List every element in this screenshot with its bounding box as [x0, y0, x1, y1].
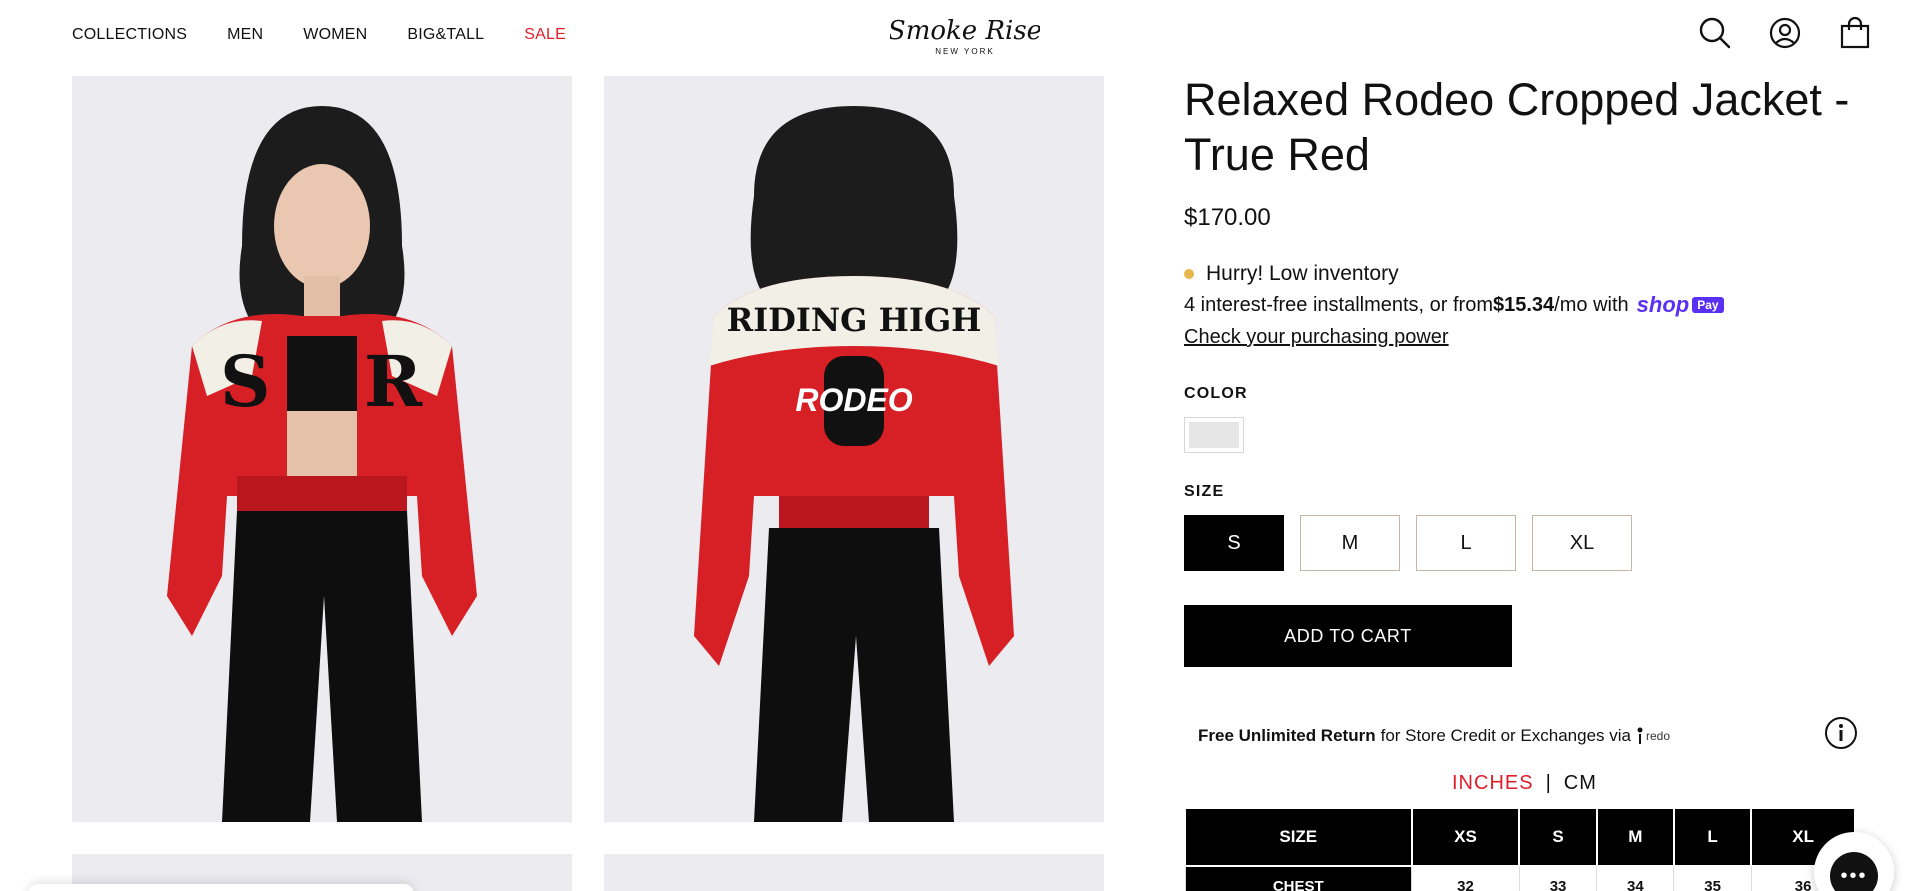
- size-options: S M L XL: [1184, 515, 1860, 571]
- size-option-s[interactable]: S: [1184, 515, 1284, 571]
- redo-mark-icon: [1637, 727, 1643, 744]
- brand-logo[interactable]: Smoke Rise NEW YORK: [888, 12, 1042, 58]
- add-to-cart-button[interactable]: ADD TO CART: [1184, 605, 1512, 667]
- size-chart-cell: 33: [1518, 865, 1598, 891]
- product-image-back[interactable]: RIDING HIGH RODEO: [604, 76, 1104, 822]
- size-chart-cell: 35: [1673, 865, 1752, 891]
- svg-text:RIDING HIGH: RIDING HIGH: [727, 301, 982, 339]
- unit-separator: |: [1545, 772, 1552, 794]
- product-title: Relaxed Rodeo Cropped Jacket - True Red: [1184, 74, 1850, 180]
- svg-text:RODEO: RODEO: [795, 382, 912, 418]
- unit-toggle: INCHES | CM: [1452, 772, 1597, 795]
- inventory-status: Hurry! Low inventory: [1184, 262, 1860, 286]
- installments-suffix: /mo with: [1554, 293, 1629, 316]
- installments-amount: $15.34: [1493, 293, 1555, 316]
- nav-big-tall[interactable]: BIG&TALL: [407, 26, 484, 44]
- cart-bag-icon[interactable]: [1838, 16, 1872, 50]
- product-info: Relaxed Rodeo Cropped Jacket - True Red …: [1184, 70, 1860, 667]
- color-swatch[interactable]: [1184, 417, 1244, 453]
- unit-inches[interactable]: INCHES: [1452, 772, 1534, 795]
- promo-popup-tab[interactable]: [28, 884, 414, 891]
- size-chart-row-label: CHEST: [1184, 865, 1413, 891]
- main-nav: COLLECTIONS MEN WOMEN BIG&TALL SALE: [72, 26, 566, 44]
- installments-prefix: 4 interest-free installments, or from: [1184, 293, 1493, 316]
- account-icon[interactable]: [1768, 16, 1802, 50]
- nav-men[interactable]: MEN: [227, 26, 263, 44]
- header-icons: [1698, 16, 1872, 50]
- size-chart-header: M: [1595, 807, 1675, 867]
- size-chart-header: L: [1672, 807, 1753, 867]
- shop-pay-logo[interactable]: shop: [1637, 292, 1690, 318]
- product-image-front[interactable]: S R: [72, 76, 572, 822]
- size-chart-header: S: [1518, 807, 1598, 867]
- size-chart-cell: 34: [1596, 865, 1675, 891]
- nav-sale[interactable]: SALE: [524, 26, 566, 44]
- product-image-4[interactable]: [604, 854, 1104, 891]
- installments-line: 4 interest-free installments, or from $1…: [1184, 292, 1860, 318]
- nav-women[interactable]: WOMEN: [303, 26, 367, 44]
- returns-bold: Free Unlimited Return: [1198, 726, 1376, 745]
- product-price: $170.00: [1184, 204, 1271, 231]
- size-chart-header: XS: [1410, 807, 1521, 867]
- returns-banner: Free Unlimited Return for Store Credit o…: [1198, 726, 1860, 746]
- unit-cm[interactable]: CM: [1564, 772, 1597, 795]
- inventory-text: Hurry! Low inventory: [1206, 262, 1399, 285]
- site-header: COLLECTIONS MEN WOMEN BIG&TALL SALE Smok…: [0, 0, 1920, 70]
- size-option-l[interactable]: L: [1416, 515, 1516, 571]
- brand-logo-mark: Smoke Rise NEW YORK: [888, 16, 1042, 56]
- size-chart-cell: 32: [1411, 865, 1520, 891]
- check-purchasing-power-link[interactable]: Check your purchasing power: [1184, 326, 1449, 349]
- info-icon[interactable]: [1824, 716, 1858, 750]
- redo-brand-text: redo: [1646, 729, 1671, 743]
- color-label: COLOR: [1184, 385, 1248, 402]
- model-back-illustration: RIDING HIGH RODEO: [604, 76, 1104, 822]
- size-chart-header-row: SIZE XS S M L XL: [1184, 807, 1856, 867]
- logo-brand-text: Smoke Rise: [890, 16, 1040, 46]
- size-chart-header: SIZE: [1184, 807, 1413, 867]
- table-row: CHEST 32 33 34 35 36: [1184, 865, 1856, 891]
- redo-logo: redo: [1637, 727, 1670, 745]
- nav-collections[interactable]: COLLECTIONS: [72, 26, 187, 44]
- returns-text: for Store Credit or Exchanges via: [1380, 726, 1631, 745]
- model-front-illustration: S R: [72, 76, 572, 822]
- size-option-xl[interactable]: XL: [1532, 515, 1632, 571]
- size-chart-table: SIZE XS S M L XL CHEST 32 33 34 35 36: [1184, 807, 1856, 891]
- search-icon[interactable]: [1698, 16, 1732, 50]
- chat-bubble-icon: •••: [1830, 852, 1878, 891]
- shop-pay-badge[interactable]: Pay: [1692, 297, 1724, 313]
- logo-sub-text: NEW YORK: [935, 47, 994, 56]
- svg-text:R: R: [364, 340, 423, 423]
- svg-text:S: S: [220, 340, 271, 423]
- size-option-m[interactable]: M: [1300, 515, 1400, 571]
- size-label: SIZE: [1184, 483, 1225, 500]
- low-inventory-dot-icon: [1184, 269, 1194, 279]
